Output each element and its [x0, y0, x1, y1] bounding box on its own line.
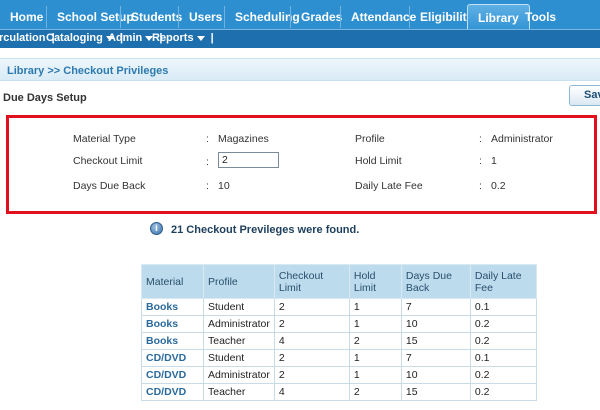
column-header-daily-late-fee[interactable]: Daily Late Fee: [469, 264, 537, 299]
hold-limit-cell: 2: [348, 332, 402, 350]
column-header-hold-limit[interactable]: Hold Limit: [348, 264, 402, 299]
table-row[interactable]: CD/DVD Student 2 1 7 0.1: [141, 349, 537, 367]
material-cell[interactable]: CD/DVD: [141, 349, 204, 367]
breadcrumb-bar: Library >> Checkout Privileges: [0, 58, 600, 81]
material-type-label: Material Type: [73, 133, 136, 145]
column-header-days-due-back[interactable]: Days Due Back: [400, 264, 471, 299]
colon: :: [479, 133, 482, 145]
table-row[interactable]: CD/DVD Teacher 4 2 15 0.2: [141, 383, 537, 401]
days-due-back-value: 10: [218, 180, 230, 192]
submenu-reports[interactable]: Reports |: [152, 32, 214, 44]
header-label: Checkout: [278, 269, 324, 282]
submenu-cataloging-label: Cataloging: [46, 32, 103, 44]
colon: :: [206, 156, 209, 168]
submenu-admin-label: Admin: [108, 32, 143, 44]
daily-late-fee-value: 0.2: [491, 180, 506, 192]
table-row[interactable]: CD/DVD Administrator 2 1 10 0.2: [141, 366, 537, 384]
colon: :: [206, 180, 209, 192]
checkout-limit-cell: 4: [273, 383, 350, 401]
column-header-material[interactable]: Material: [141, 264, 204, 299]
header-label: Fee: [474, 281, 493, 294]
days-due-back-cell: 7: [400, 298, 471, 316]
daily-late-fee-cell: 0.1: [469, 298, 537, 316]
daily-late-fee-cell: 0.2: [469, 332, 537, 350]
days-due-back-cell: 15: [400, 332, 471, 350]
days-due-back-cell: 7: [400, 349, 471, 367]
save-button[interactable]: Save: [569, 85, 600, 106]
hold-limit-label: Hold Limit: [355, 155, 402, 167]
profile-value: Administrator: [491, 133, 553, 145]
material-cell[interactable]: Books: [141, 315, 204, 333]
checkout-limit-cell: 2: [273, 366, 350, 384]
hold-limit-cell: 1: [348, 298, 402, 316]
checkout-limit-cell: 2: [273, 298, 350, 316]
profile-cell: Teacher: [203, 383, 275, 401]
column-header-checkout-limit[interactable]: Checkout Limit: [273, 264, 350, 299]
header-label: Limit: [278, 281, 302, 294]
daily-late-fee-cell: 0.1: [469, 349, 537, 367]
material-type-value: Magazines: [218, 133, 269, 145]
header-label: Back: [405, 281, 430, 294]
days-due-back-label: Days Due Back: [73, 180, 146, 192]
header-label: Material: [146, 275, 184, 288]
hold-limit-cell: 1: [348, 366, 402, 384]
hold-limit-cell: 1: [348, 315, 402, 333]
checkout-limit-cell: 4: [273, 332, 350, 350]
days-due-back-cell: 10: [400, 366, 471, 384]
breadcrumb[interactable]: Library >> Checkout Privileges: [7, 65, 168, 77]
daily-late-fee-cell: 0.2: [469, 315, 537, 333]
hold-limit-value: 1: [491, 155, 497, 167]
checkout-privileges-table: Material Profile Checkout Limit Hold Limit…: [141, 264, 537, 401]
colon: :: [479, 155, 482, 167]
daily-late-fee-label: Daily Late Fee: [355, 180, 423, 192]
table-row[interactable]: Books Administrator 2 1 10 0.2: [141, 315, 537, 333]
checkout-limit-label: Checkout Limit: [73, 155, 143, 167]
table-header-row: Material Profile Checkout Limit Hold Limit…: [141, 264, 537, 299]
hold-limit-cell: 2: [348, 383, 402, 401]
results-message: 21 Checkout Previleges were found.: [171, 224, 360, 236]
profile-cell: Student: [203, 298, 275, 316]
chevron-down-icon: [196, 35, 205, 41]
days-due-back-cell: 10: [400, 315, 471, 333]
checkout-limit-cell: 2: [273, 349, 350, 367]
profile-cell: Administrator: [203, 366, 275, 384]
colon: :: [479, 180, 482, 192]
profile-cell: Student: [203, 349, 275, 367]
header-label: Profile: [208, 275, 238, 288]
table-row[interactable]: Books Student 2 1 7 0.1: [141, 298, 537, 316]
material-cell[interactable]: Books: [141, 332, 204, 350]
hold-limit-cell: 1: [348, 349, 402, 367]
submenu-reports-label: Reports: [152, 32, 194, 44]
colon: :: [206, 133, 209, 145]
table-row[interactable]: Books Teacher 4 2 15 0.2: [141, 332, 537, 350]
material-cell[interactable]: Books: [141, 298, 204, 316]
sub-menu-bar: rculation | Cataloging | Admin | Reports…: [0, 29, 600, 48]
material-cell[interactable]: CD/DVD: [141, 366, 204, 384]
daily-late-fee-cell: 0.2: [469, 366, 537, 384]
header-label: Hold: [353, 269, 376, 282]
page-title: Due Days Setup: [3, 92, 87, 104]
column-header-profile[interactable]: Profile: [203, 264, 275, 299]
checkout-limit-cell: 2: [273, 315, 350, 333]
days-due-back-cell: 15: [400, 383, 471, 401]
profile-label: Profile: [355, 133, 385, 145]
header-label: Days Due: [405, 269, 452, 282]
daily-late-fee-cell: 0.2: [469, 383, 537, 401]
header-label: Daily Late: [474, 269, 522, 282]
tab-tools[interactable]: Tools: [515, 6, 566, 28]
header-label: Limit: [353, 281, 377, 294]
checkout-limit-input[interactable]: 2: [218, 152, 279, 168]
profile-cell: Administrator: [203, 315, 275, 333]
submenu-circulation-label: rculation: [0, 32, 46, 44]
info-icon: i: [150, 222, 163, 235]
profile-cell: Teacher: [203, 332, 275, 350]
material-cell[interactable]: CD/DVD: [141, 383, 204, 401]
